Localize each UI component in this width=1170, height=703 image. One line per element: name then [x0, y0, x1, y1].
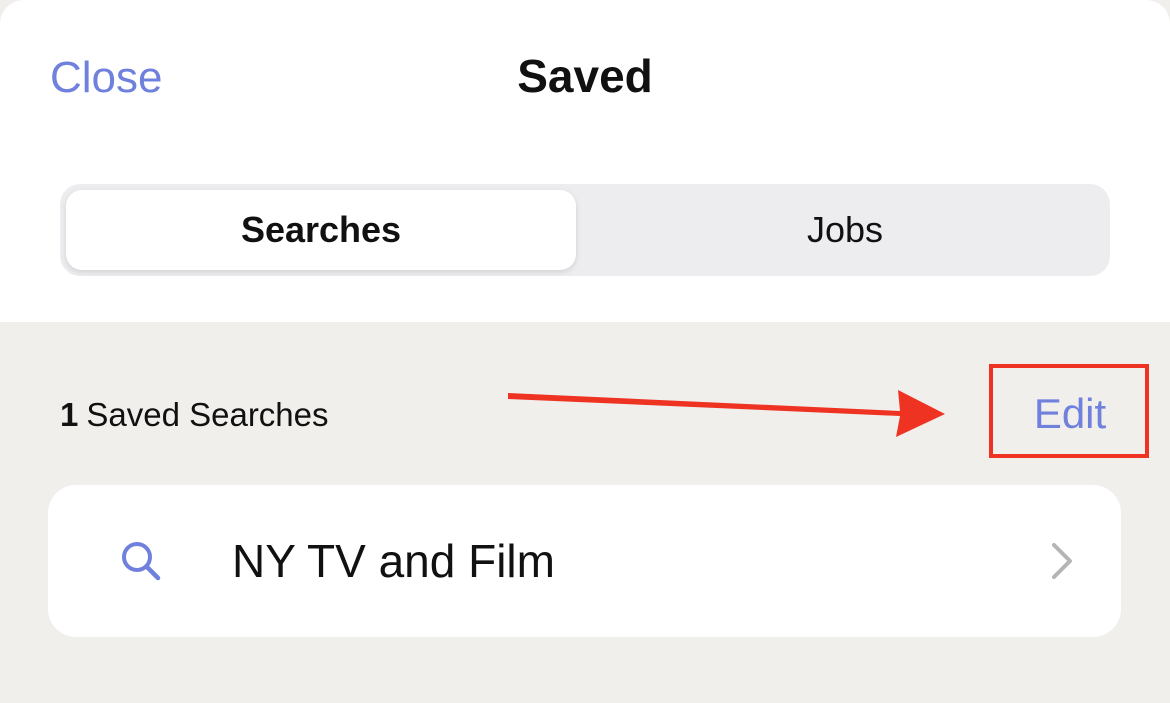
search-icon — [122, 542, 161, 581]
annotation-arrow-shape — [508, 390, 945, 437]
page-title: Saved — [517, 50, 653, 102]
edit-button[interactable]: Edit — [1000, 386, 1140, 442]
chevron-right-icon — [1052, 543, 1072, 579]
list-item[interactable]: NY TV and Film — [48, 485, 1121, 637]
header: Close Saved Searches Jobs — [0, 0, 1170, 322]
list-item-label: NY TV and Film — [232, 535, 555, 587]
saved-searches-count-text: Saved Searches — [86, 396, 329, 433]
saved-searches-count-label: 1 Saved Searches — [60, 392, 329, 438]
saved-searches-count: 1 — [60, 396, 79, 433]
tab-jobs[interactable]: Jobs — [586, 190, 1104, 270]
segmented-control: Searches Jobs — [60, 184, 1110, 276]
tab-searches[interactable]: Searches — [66, 190, 576, 270]
